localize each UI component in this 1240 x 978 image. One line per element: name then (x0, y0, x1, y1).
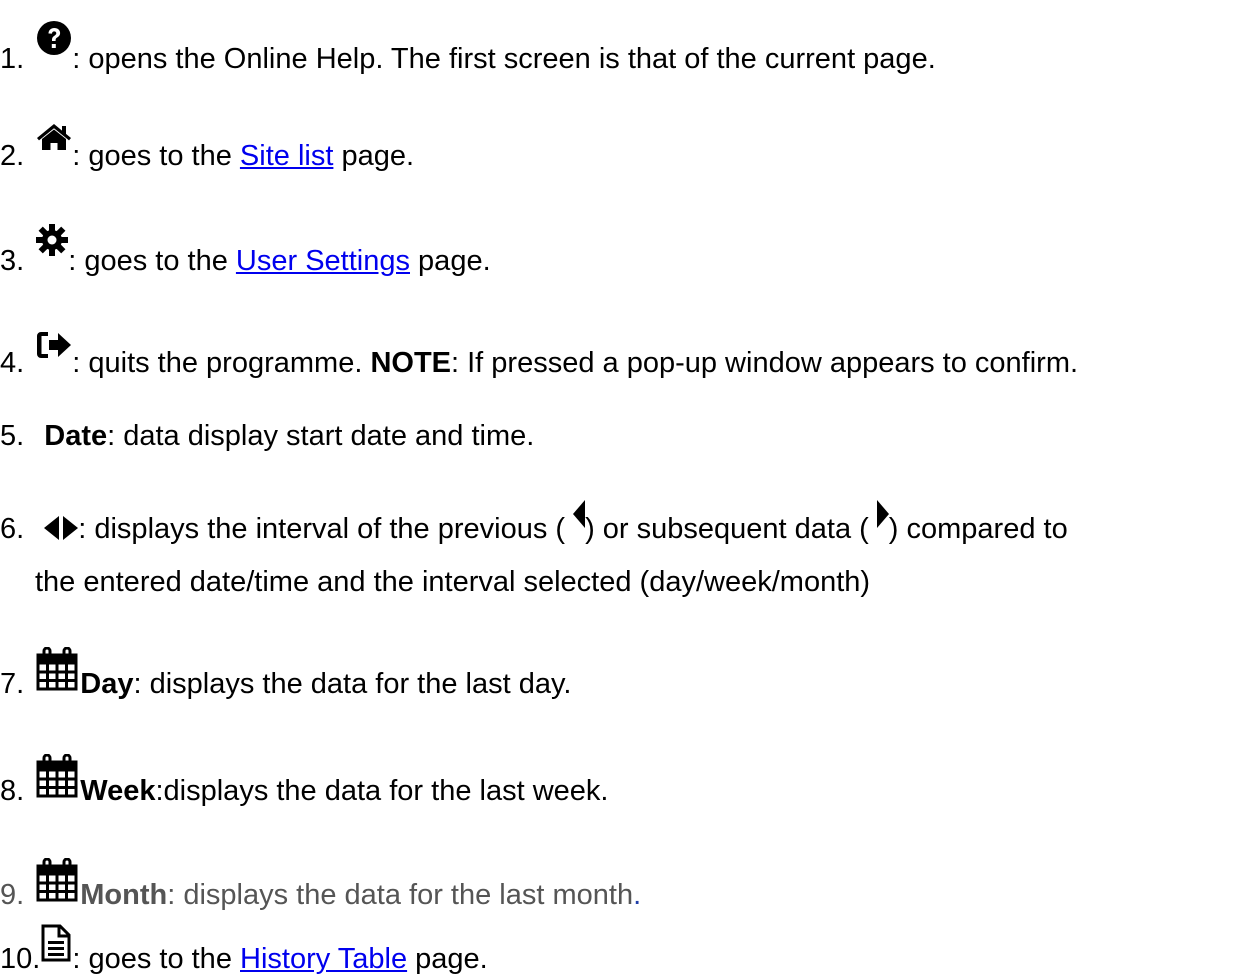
item-period: . (633, 879, 642, 911)
item-number: 3. (0, 245, 25, 277)
item-number: 6. (0, 513, 25, 545)
gear-icon (36, 224, 69, 256)
item-number: 1. (0, 43, 25, 75)
list-item-date: 5. Date: data display start date and tim… (0, 419, 534, 453)
item-text-3: ) compared to (888, 513, 1068, 545)
item-text: :displays the data for the last week. (155, 775, 609, 807)
item-text-pre: : goes to the (72, 943, 240, 975)
item-text-line-2: the entered date/time and the interval s… (35, 566, 871, 598)
question-circle-icon (36, 20, 72, 56)
date-label: Date (44, 420, 108, 452)
week-label: Week (80, 775, 156, 807)
sign-out-icon (36, 330, 72, 360)
document-icon (40, 924, 72, 962)
item-text-2: ) or subsequent data ( (585, 513, 869, 545)
day-label: Day (80, 668, 134, 700)
item-text-post: page. (407, 943, 488, 975)
item-text: : displays the data for the last day. (133, 668, 572, 700)
right-arrow-icon (876, 500, 889, 528)
item-number: 2. (0, 140, 25, 172)
list-item-history-table: 10. : goes to the History Table page. (0, 924, 488, 976)
user-settings-link[interactable]: User Settings (236, 245, 410, 277)
item-text-post: page. (410, 245, 491, 277)
item-number: 9. (0, 879, 25, 911)
item-text-pre: : goes to the (68, 245, 236, 277)
home-icon (36, 123, 72, 151)
note-label: NOTE (370, 347, 451, 379)
item-text-pre: : goes to the (72, 140, 240, 172)
list-item-week: 8. Week:displays the data for the last w… (0, 754, 609, 808)
list-item-quit: 4. : quits the programme. NOTE: If press… (0, 332, 1079, 380)
item-text-post: page. (333, 140, 415, 172)
item-number: 5. (0, 420, 25, 452)
calendar-icon (36, 647, 78, 691)
item-number: 7. (0, 668, 25, 700)
item-text-2: : If pressed a pop-up window appears to … (451, 347, 1079, 379)
list-item-user-settings: 3. : goes to the User Settings page. (0, 224, 491, 278)
item-text: : opens the Online Help. The first scree… (72, 43, 936, 75)
history-table-link[interactable]: History Table (240, 943, 407, 975)
item-number: 8. (0, 775, 25, 807)
list-item-month: 9. Month: displays the data for the last… (0, 858, 642, 912)
list-item-site-list: 2. : goes to the Site list page. (0, 124, 415, 173)
calendar-icon (36, 858, 78, 902)
site-list-link[interactable]: Site list (240, 140, 333, 172)
list-item-arrows: 6. : displays the interval of the previo… (0, 500, 1068, 546)
item-text: : displays the interval of the previous … (78, 513, 566, 545)
item-number: 4. (0, 347, 25, 379)
list-item-help: 1. : opens the Online Help. The first sc… (0, 21, 936, 76)
left-arrow-icon (573, 500, 586, 528)
item-number: 10. (0, 943, 41, 975)
item-text: : displays the data for the last month (167, 879, 634, 911)
month-label: Month (80, 879, 168, 911)
left-right-arrows-icon (44, 516, 79, 540)
calendar-icon (36, 754, 78, 798)
item-text: : quits the programme. (72, 347, 371, 379)
item-text: : data display start date and time. (107, 420, 535, 452)
list-item-day: 7. Day: displays the data for the last d… (0, 647, 572, 701)
